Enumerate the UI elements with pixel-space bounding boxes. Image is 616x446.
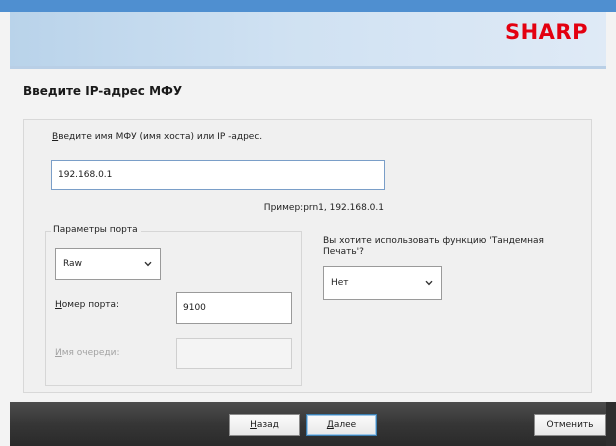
port-type-value: Raw — [63, 259, 82, 269]
queue-name-input[interactable] — [176, 338, 292, 369]
port-type-select[interactable]: Raw — [55, 248, 161, 280]
chevron-down-icon — [144, 261, 152, 267]
footer-edge — [606, 402, 616, 446]
next-button[interactable]: Далее — [306, 414, 377, 436]
title-bar[interactable] — [0, 0, 616, 12]
tandem-print-value: Нет — [331, 278, 349, 288]
host-field-label: Введите имя МФУ (имя хоста) или IP -адре… — [52, 132, 263, 142]
window-title — [200, 0, 400, 11]
back-button[interactable]: Назад — [229, 414, 300, 436]
header-divider — [10, 66, 606, 69]
installer-window: SHARP Введите IP-адрес МФУ Введите имя М… — [0, 0, 616, 446]
port-number-input[interactable] — [176, 292, 292, 324]
tandem-print-select[interactable]: Нет — [323, 266, 442, 300]
port-settings-legend: Параметры порта — [51, 225, 141, 235]
host-example-hint: Пример:prn1, 192.168.0.1 — [263, 203, 384, 213]
cancel-button[interactable]: Отменить — [534, 414, 606, 436]
port-number-label: Номер порта: — [55, 300, 120, 310]
host-address-input[interactable] — [51, 160, 385, 190]
page-title: Введите IP-адрес МФУ — [23, 84, 183, 98]
tandem-print-question: Вы хотите использовать функцию 'Тандемна… — [323, 236, 544, 257]
chevron-down-icon — [425, 280, 433, 286]
sharp-logo: SHARP — [504, 20, 588, 44]
queue-name-label: Имя очереди: — [55, 348, 120, 358]
